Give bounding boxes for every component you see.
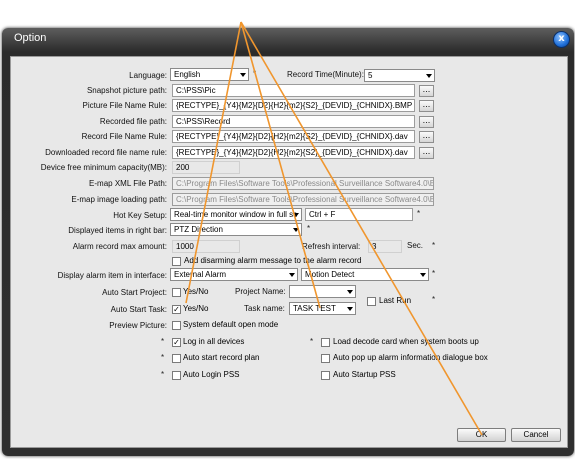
window-title: Option <box>14 32 47 44</box>
close-button[interactable]: x <box>553 31 570 48</box>
auto-popup-alarm-checkbox[interactable] <box>321 354 330 363</box>
record-rule-field[interactable]: {RECTYPE}_{Y4}{M2}{D2}{H2}{m2}{S2}_{DEVI… <box>172 130 415 143</box>
cancel-button[interactable]: Cancel <box>511 428 561 442</box>
required-star: * <box>432 295 436 304</box>
alarm-max-field[interactable]: 1000 <box>172 240 240 253</box>
right-bar-select[interactable]: PTZ Direction <box>170 223 302 236</box>
required-star: * <box>161 337 165 346</box>
auto-popup-alarm-label: Auto pop up alarm information dialogue b… <box>333 353 488 362</box>
disarm-message-label: Add disarming alarm message to the alarm… <box>184 256 362 265</box>
options-panel: Language: English * Record Time(Minute):… <box>10 56 568 448</box>
emap-xml-field[interactable]: C:\Program Files\Software Tools\Professi… <box>172 177 434 190</box>
hotkey-label: Hot Key Setup: <box>113 211 167 220</box>
display-alarm-select-1[interactable]: External Alarm <box>170 268 298 281</box>
downloaded-rule-field[interactable]: {RECTYPE}_{Y4}{M2}{D2}{H2}{m2}{S2}_{DEVI… <box>172 146 415 159</box>
min-capacity-field[interactable]: 200 <box>172 161 240 174</box>
picture-rule-browse-button[interactable]: ... <box>419 100 434 112</box>
check-mark-icon: ✓ <box>173 338 180 347</box>
snapshot-path-field[interactable]: C:\PSS\Pic <box>172 84 415 97</box>
refresh-label: Refresh interval: <box>302 242 361 251</box>
required-star: * <box>310 337 314 346</box>
downloaded-rule-browse-button[interactable]: ... <box>419 147 434 159</box>
last-run-label: Last Run <box>379 296 412 305</box>
hotkey-select[interactable]: Real-time monitor window in full sc <box>170 208 302 221</box>
required-star: * <box>253 69 257 78</box>
refresh-unit: Sec. <box>407 241 424 250</box>
required-star: * <box>161 370 165 379</box>
required-star: * <box>432 241 436 250</box>
ok-button[interactable]: OK <box>457 428 506 442</box>
option-window: Option x Language: English * Record Time… <box>2 28 574 456</box>
close-icon: x <box>558 33 565 44</box>
emap-xml-label: E-map XML File Path: <box>89 179 167 188</box>
title-bar[interactable]: Option x <box>2 28 574 52</box>
display-alarm-select-2[interactable]: Motion Detect <box>301 268 429 281</box>
preview-checkbox[interactable] <box>172 321 181 330</box>
chevron-down-icon <box>347 307 353 311</box>
hotkey-input[interactable]: Ctrl + F <box>305 208 413 221</box>
chevron-down-icon <box>289 273 295 277</box>
record-rule-browse-button[interactable]: ... <box>419 131 434 143</box>
load-decode-card-label: Load decode card when system boots up <box>333 337 479 346</box>
min-capacity-label: Device free minimum capacity(MB): <box>40 163 167 172</box>
chevron-down-icon <box>240 73 246 77</box>
picture-rule-field[interactable]: {RECTYPE}_{Y4}{M2}{D2}{H2}{m2}{S2}_{DEVI… <box>172 99 415 112</box>
recorded-path-label: Recorded file path: <box>99 117 167 126</box>
record-time-label: Record Time(Minute): <box>287 70 364 79</box>
language-select[interactable]: English <box>170 68 249 81</box>
required-star: * <box>307 224 311 233</box>
login-all-devices-label: Log in all devices <box>183 337 245 346</box>
auto-record-plan-checkbox[interactable] <box>172 354 181 363</box>
auto-login-label: Auto Login PSS <box>183 370 240 379</box>
required-star: * <box>432 269 436 278</box>
auto-project-checkbox[interactable] <box>172 288 181 297</box>
last-run-checkbox[interactable] <box>367 297 376 306</box>
disarm-message-checkbox[interactable] <box>172 257 181 266</box>
alarm-max-label: Alarm record max amount: <box>72 242 167 251</box>
emap-image-label: E-map image loading path: <box>71 195 167 204</box>
auto-startup-label: Auto Startup PSS <box>333 370 396 379</box>
emap-image-field[interactable]: C:\Program Files\Software Tools\Professi… <box>172 193 434 206</box>
chevron-down-icon <box>293 228 299 232</box>
record-time-select[interactable]: 5 <box>364 69 435 82</box>
task-name-label: Task name: <box>244 304 285 313</box>
required-star: * <box>161 353 165 362</box>
preview-label: Preview Picture: <box>109 321 167 330</box>
required-star: * <box>417 209 421 218</box>
auto-task-option: Yes/No <box>183 304 209 313</box>
recorded-browse-button[interactable]: ... <box>419 116 434 128</box>
recorded-path-field[interactable]: C:\PSS\Record <box>172 115 415 128</box>
auto-project-option: Yes/No <box>183 287 209 296</box>
project-name-label: Project Name: <box>235 287 286 296</box>
right-bar-label: Displayed items in right bar: <box>68 226 167 235</box>
chevron-down-icon <box>420 273 426 277</box>
chevron-down-icon <box>426 74 432 78</box>
auto-login-checkbox[interactable] <box>172 371 181 380</box>
auto-project-label: Auto Start Project: <box>102 288 167 297</box>
task-name-select[interactable]: TASK TEST <box>289 302 356 315</box>
auto-startup-checkbox[interactable] <box>321 371 330 380</box>
auto-task-checkbox[interactable]: ✓ <box>172 305 181 314</box>
refresh-field[interactable]: 3 <box>368 240 402 253</box>
language-label: Language: <box>129 71 167 80</box>
snapshot-browse-button[interactable]: ... <box>419 85 434 97</box>
snapshot-path-label: Snapshot picture path: <box>86 86 167 95</box>
auto-record-plan-label: Auto start record plan <box>183 353 260 362</box>
record-rule-label: Record File Name Rule: <box>81 132 167 141</box>
downloaded-rule-label: Downloaded record file name rule: <box>45 148 167 157</box>
check-mark-icon: ✓ <box>173 305 180 314</box>
chevron-down-icon <box>347 290 353 294</box>
display-alarm-label: Display alarm item in interface: <box>57 271 167 280</box>
load-decode-card-checkbox[interactable] <box>321 338 330 347</box>
auto-task-label: Auto Start Task: <box>110 305 167 314</box>
project-name-select[interactable] <box>289 285 356 298</box>
picture-rule-label: Picture File Name Rule: <box>82 101 167 110</box>
preview-option: System default open mode <box>183 320 279 329</box>
login-all-devices-checkbox[interactable]: ✓ <box>172 338 181 347</box>
chevron-down-icon <box>293 213 299 217</box>
